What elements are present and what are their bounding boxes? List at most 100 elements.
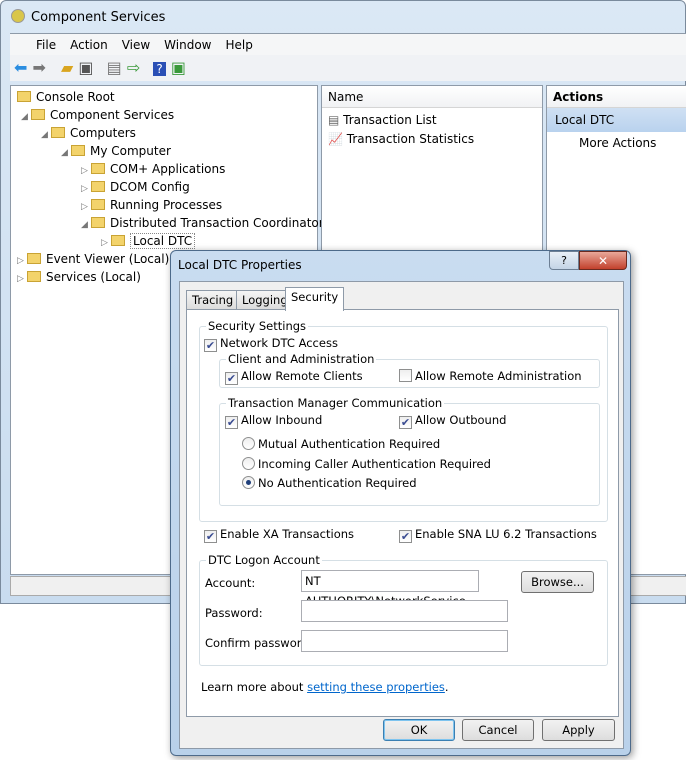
- tab-security[interactable]: Security: [285, 287, 345, 311]
- menu-help[interactable]: Help: [226, 38, 253, 52]
- tree-item-label: Distributed Transaction Coordinator: [110, 216, 324, 230]
- learn-more-prefix: Learn more about: [201, 680, 308, 694]
- menu-window[interactable]: Window: [164, 38, 211, 52]
- tab-tracing[interactable]: Tracing: [186, 290, 240, 310]
- tree-item[interactable]: ◢ My Computer: [61, 142, 171, 160]
- local-dtc-properties-dialog: Local DTC Properties ? ✕ Tracing Logging…: [170, 250, 631, 756]
- enable-xa-checkbox[interactable]: ✔ Enable XA Transactions: [204, 527, 354, 543]
- tree-item-label: My Computer: [90, 144, 171, 158]
- folder-icon: [31, 109, 45, 120]
- folder-icon: [91, 217, 105, 228]
- tree-item[interactable]: ◢ Distributed Transaction Coordinator: [81, 214, 324, 232]
- group-label: DTC Logon Account: [206, 553, 322, 567]
- radio-label: No Authentication Required: [258, 476, 417, 490]
- setting-properties-link[interactable]: setting these properties: [307, 680, 445, 694]
- action-more-actions[interactable]: More Actions: [547, 132, 686, 150]
- folder-icon: [17, 91, 31, 102]
- browse-button[interactable]: Browse...: [521, 571, 594, 593]
- tree-item[interactable]: ▷ COM+ Applications: [81, 160, 225, 178]
- tree-item[interactable]: Console Root: [17, 88, 115, 106]
- dialog-body: Tracing Logging Security Security Settin…: [179, 281, 624, 749]
- actions-section-local-dtc[interactable]: Local DTC: [547, 108, 686, 132]
- export-list-icon[interactable]: ⇨: [127, 58, 140, 77]
- tree-item-label: Local DTC: [130, 233, 196, 249]
- tree-item[interactable]: ◢ Computers: [41, 124, 136, 142]
- tree-item[interactable]: ▷ DCOM Config: [81, 178, 190, 196]
- expand-toggle-icon[interactable]: ◢: [21, 108, 31, 126]
- back-icon[interactable]: ⬅: [14, 58, 27, 77]
- expand-toggle-icon[interactable]: ▷: [17, 270, 27, 288]
- tree-item-label: Component Services: [50, 108, 175, 122]
- radio-label: Incoming Caller Authentication Required: [258, 457, 491, 471]
- menu-bar: File Action View Window Help: [10, 33, 686, 55]
- list-icon: ▤: [328, 113, 340, 127]
- confirm-password-label: Confirm password:: [205, 636, 313, 650]
- confirm-password-input[interactable]: [301, 630, 508, 652]
- checkbox-label: Allow Inbound: [241, 413, 323, 427]
- window-title: Component Services: [11, 9, 165, 25]
- allow-outbound-checkbox[interactable]: ✔ Allow Outbound: [399, 413, 506, 429]
- tree-item[interactable]: ▷ Services (Local): [17, 268, 141, 286]
- expand-toggle-icon[interactable]: ◢: [61, 144, 71, 162]
- group-label: Security Settings: [206, 319, 309, 333]
- toolbar: ⬅ ➡ ▰ ▣ ▤ ⇨ ? ▣: [10, 55, 686, 81]
- allow-remote-admin-checkbox[interactable]: Allow Remote Administration: [399, 369, 582, 383]
- expand-toggle-icon[interactable]: ◢: [41, 126, 51, 144]
- close-button[interactable]: ✕: [579, 251, 627, 270]
- up-folder-icon[interactable]: ▰: [61, 58, 73, 77]
- tree-item[interactable]: ▷ Running Processes: [81, 196, 222, 214]
- learn-more-text: Learn more about setting these propertie…: [201, 680, 449, 694]
- menu-action[interactable]: Action: [70, 38, 108, 52]
- help-icon[interactable]: ?: [153, 62, 166, 76]
- apply-button[interactable]: Apply: [542, 719, 615, 741]
- list-item[interactable]: 📈 Transaction Statistics: [328, 130, 536, 149]
- list-item[interactable]: ▤ Transaction List: [328, 111, 536, 130]
- tree-item-label: DCOM Config: [110, 180, 190, 194]
- group-label: Transaction Manager Communication: [226, 396, 445, 410]
- tree-item[interactable]: ▷ Local DTC: [101, 232, 196, 250]
- enable-sna-checkbox[interactable]: ✔ Enable SNA LU 6.2 Transactions: [399, 527, 597, 543]
- ok-button[interactable]: OK: [383, 719, 455, 741]
- folder-icon: [91, 181, 105, 192]
- menu-view[interactable]: View: [122, 38, 150, 52]
- group-label: Client and Administration: [226, 352, 377, 366]
- actions-header: Actions: [547, 86, 686, 108]
- dialog-title: Local DTC Properties: [178, 258, 302, 272]
- show-hide-tree-icon[interactable]: ▣: [78, 58, 93, 77]
- folder-icon: [27, 271, 41, 282]
- checkbox-label: Network DTC Access: [220, 336, 338, 350]
- menu-file[interactable]: File: [36, 38, 56, 52]
- radio-no-auth[interactable]: No Authentication Required: [242, 476, 417, 490]
- password-label: Password:: [205, 606, 263, 620]
- tree-item[interactable]: ▷ Event Viewer (Local): [17, 250, 169, 268]
- checkbox-label: Allow Remote Administration: [415, 369, 582, 383]
- password-input[interactable]: [301, 600, 508, 622]
- tree-item[interactable]: ◢ Component Services: [21, 106, 174, 124]
- statistics-icon: 📈: [328, 132, 343, 146]
- security-tab-page: Security Settings ✔ Network DTC Access Cl…: [186, 309, 619, 717]
- checkbox-label: Enable SNA LU 6.2 Transactions: [415, 527, 597, 541]
- tree-item-label: Services (Local): [46, 270, 141, 284]
- account-input[interactable]: NT AUTHORITY\NetworkService: [301, 570, 479, 608]
- forward-icon[interactable]: ➡: [33, 58, 46, 77]
- allow-inbound-checkbox[interactable]: ✔ Allow Inbound: [225, 413, 322, 429]
- tree-item-label: Event Viewer (Local): [46, 252, 170, 266]
- app-icon: [11, 9, 25, 23]
- expand-toggle-icon[interactable]: ◢: [81, 216, 91, 234]
- checkbox-label: Allow Outbound: [415, 413, 507, 427]
- account-label: Account:: [205, 576, 256, 590]
- item-label: Transaction List: [343, 113, 437, 127]
- allow-remote-clients-checkbox[interactable]: ✔ Allow Remote Clients: [225, 369, 363, 385]
- radio-incoming-caller-auth[interactable]: Incoming Caller Authentication Required: [242, 457, 491, 471]
- checkbox-label: Enable XA Transactions: [220, 527, 355, 541]
- show-action-pane-icon[interactable]: ▣: [171, 58, 186, 77]
- radio-label: Mutual Authentication Required: [258, 437, 441, 451]
- tree-item-label: COM+ Applications: [110, 162, 226, 176]
- name-column-header[interactable]: Name: [322, 86, 542, 108]
- folder-icon: [51, 127, 65, 138]
- radio-mutual-auth[interactable]: Mutual Authentication Required: [242, 437, 440, 451]
- cancel-button[interactable]: Cancel: [462, 719, 534, 741]
- help-button[interactable]: ?: [549, 251, 579, 270]
- network-dtc-access-checkbox[interactable]: ✔ Network DTC Access: [204, 336, 338, 352]
- properties-icon[interactable]: ▤: [107, 58, 122, 77]
